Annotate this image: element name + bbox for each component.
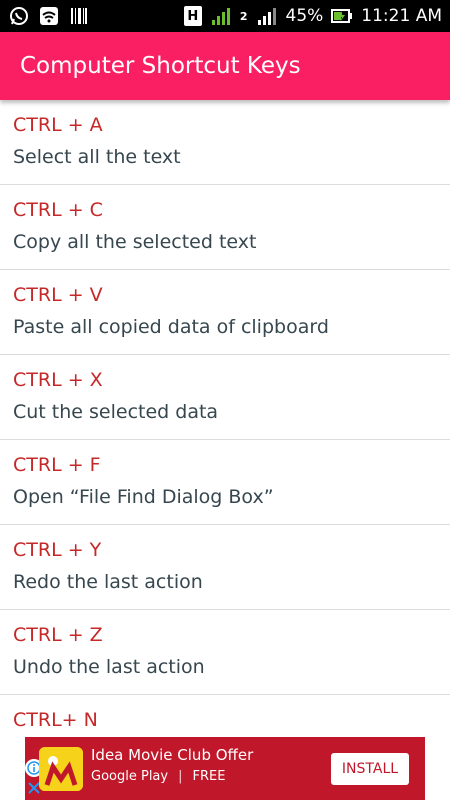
shortcut-keys: CTRL + C [13,199,103,221]
clock: 11:21 AM [361,6,442,26]
ad-texts: Idea Movie Club Offer Google Play | FREE [91,746,253,784]
page-title: Computer Shortcut Keys [20,53,301,79]
shortcut-description: Select all the text [13,146,181,168]
battery-percent: 45% [285,6,324,26]
barcode-icon [68,5,90,27]
shortcut-description: Undo the last action [13,656,205,678]
shortcut-keys: CTRL + F [13,454,101,476]
shortcut-keys: CTRL + Y [13,539,102,561]
ad-price: FREE [192,769,226,784]
shortcut-description: Redo the last action [13,571,203,593]
ad-subtitle: Google Play | FREE [91,769,253,784]
status-left-icons [8,5,90,27]
list-item[interactable]: CTRL + Y Redo the last action [0,525,450,610]
shortcut-description: Open “File Find Dialog Box” [13,486,274,508]
wifi-icon [38,5,60,27]
list-item[interactable]: CTRL + V Paste all copied data of clipbo… [0,270,450,355]
app-bar: Computer Shortcut Keys [0,32,450,100]
list-item[interactable]: CTRL + Z Undo the last action [0,610,450,695]
status-right-icons: H 2 45% 11:21 AM [183,5,442,27]
shortcut-keys: CTRL + X [13,369,103,391]
signal-icon [210,5,232,27]
list-item[interactable]: CTRL + C Copy all the selected text [0,185,450,270]
network-type-badge: H [183,6,202,26]
signal-icon-sim2 [256,5,278,27]
status-bar: H 2 45% 11:21 AM [0,0,450,32]
shortcut-keys: CTRL + V [13,284,103,306]
ad-app-logo-icon[interactable] [39,747,83,791]
ad-banner[interactable]: Idea Movie Club Offer Google Play | FREE… [25,737,425,800]
list-item[interactable]: CTRL + F Open “File Find Dialog Box” [0,440,450,525]
ad-store: Google Play [91,769,169,784]
shortcut-list: CTRL + A Select all the text CTRL + C Co… [0,100,450,780]
shortcut-keys: CTRL+ N [13,709,98,731]
shortcut-description: Paste all copied data of clipboard [13,316,329,338]
install-button[interactable]: INSTALL [331,753,409,785]
list-item[interactable]: CTRL + X Cut the selected data [0,355,450,440]
shortcut-description: Cut the selected data [13,401,219,423]
ad-separator: | [178,769,183,784]
shortcut-keys: CTRL + Z [13,624,103,646]
shortcut-keys: CTRL + A [13,114,103,136]
sim-badge: 2 [239,9,248,23]
whatsapp-icon [8,5,30,27]
shortcut-description: Copy all the selected text [13,231,257,253]
list-item[interactable]: CTRL + A Select all the text [0,100,450,185]
ad-title: Idea Movie Club Offer [91,746,254,764]
battery-icon [331,5,353,27]
